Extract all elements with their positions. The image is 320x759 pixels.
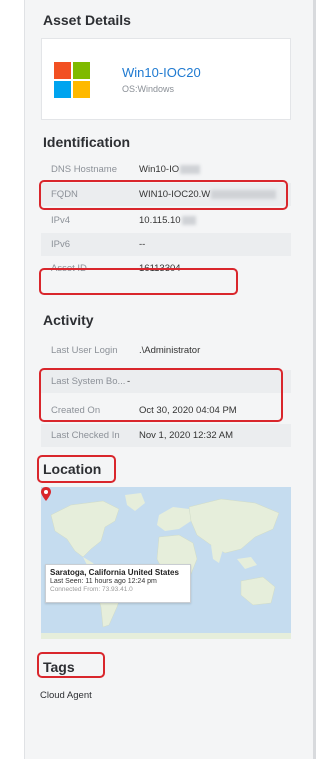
row-dns-hostname: DNS Hostname Win10-IO	[41, 158, 291, 181]
asset-card: Win10-IOC20 OS:Windows	[41, 38, 291, 120]
popup-last-seen: Last Seen: 11 hours ago 12:24 pm	[50, 578, 157, 585]
row-value: Win10-IO	[139, 164, 201, 175]
asset-os: OS:Windows	[122, 84, 175, 94]
tags-highlight	[37, 652, 105, 678]
world-map-graphic	[41, 487, 291, 639]
windows-logo-icon	[54, 62, 90, 98]
row-label: Last Checked In	[51, 430, 120, 441]
row-ipv4: IPv4 10.115.10	[41, 209, 291, 232]
asset-details-heading: Asset Details	[43, 12, 131, 28]
row-value: --	[139, 239, 146, 250]
asset-id-highlight	[39, 268, 238, 295]
location-highlight	[37, 455, 116, 483]
boot-created-highlight	[39, 368, 283, 422]
row-ipv6: IPv6 --	[41, 233, 291, 256]
row-value: .\Administrator	[139, 345, 201, 356]
row-label: IPv6	[51, 239, 71, 250]
tag-item[interactable]: Cloud Agent	[38, 688, 94, 703]
activity-heading: Activity	[43, 312, 94, 328]
fqdn-highlight	[39, 180, 288, 210]
identification-heading: Identification	[43, 134, 131, 150]
location-popup: Saratoga, California United States Last …	[45, 564, 191, 603]
asset-name-link[interactable]: Win10-IOC20	[122, 65, 201, 80]
popup-connected-from: Connected From: 73.93.41.0	[50, 586, 133, 593]
panel-scroll-edge	[313, 0, 316, 759]
row-label: IPv4	[51, 215, 71, 226]
row-value: Nov 1, 2020 12:32 AM	[139, 430, 234, 441]
row-label: DNS Hostname	[51, 164, 117, 175]
map-pin-icon[interactable]	[41, 487, 51, 501]
row-label: Last User Login	[51, 345, 118, 356]
location-map[interactable]: Saratoga, California United States Last …	[41, 487, 291, 639]
popup-title: Saratoga, California United States	[50, 568, 179, 577]
row-last-checked-in: Last Checked In Nov 1, 2020 12:32 AM	[41, 424, 291, 447]
row-last-user-login: Last User Login .\Administrator	[41, 339, 291, 362]
row-value: 10.115.10	[139, 215, 196, 226]
